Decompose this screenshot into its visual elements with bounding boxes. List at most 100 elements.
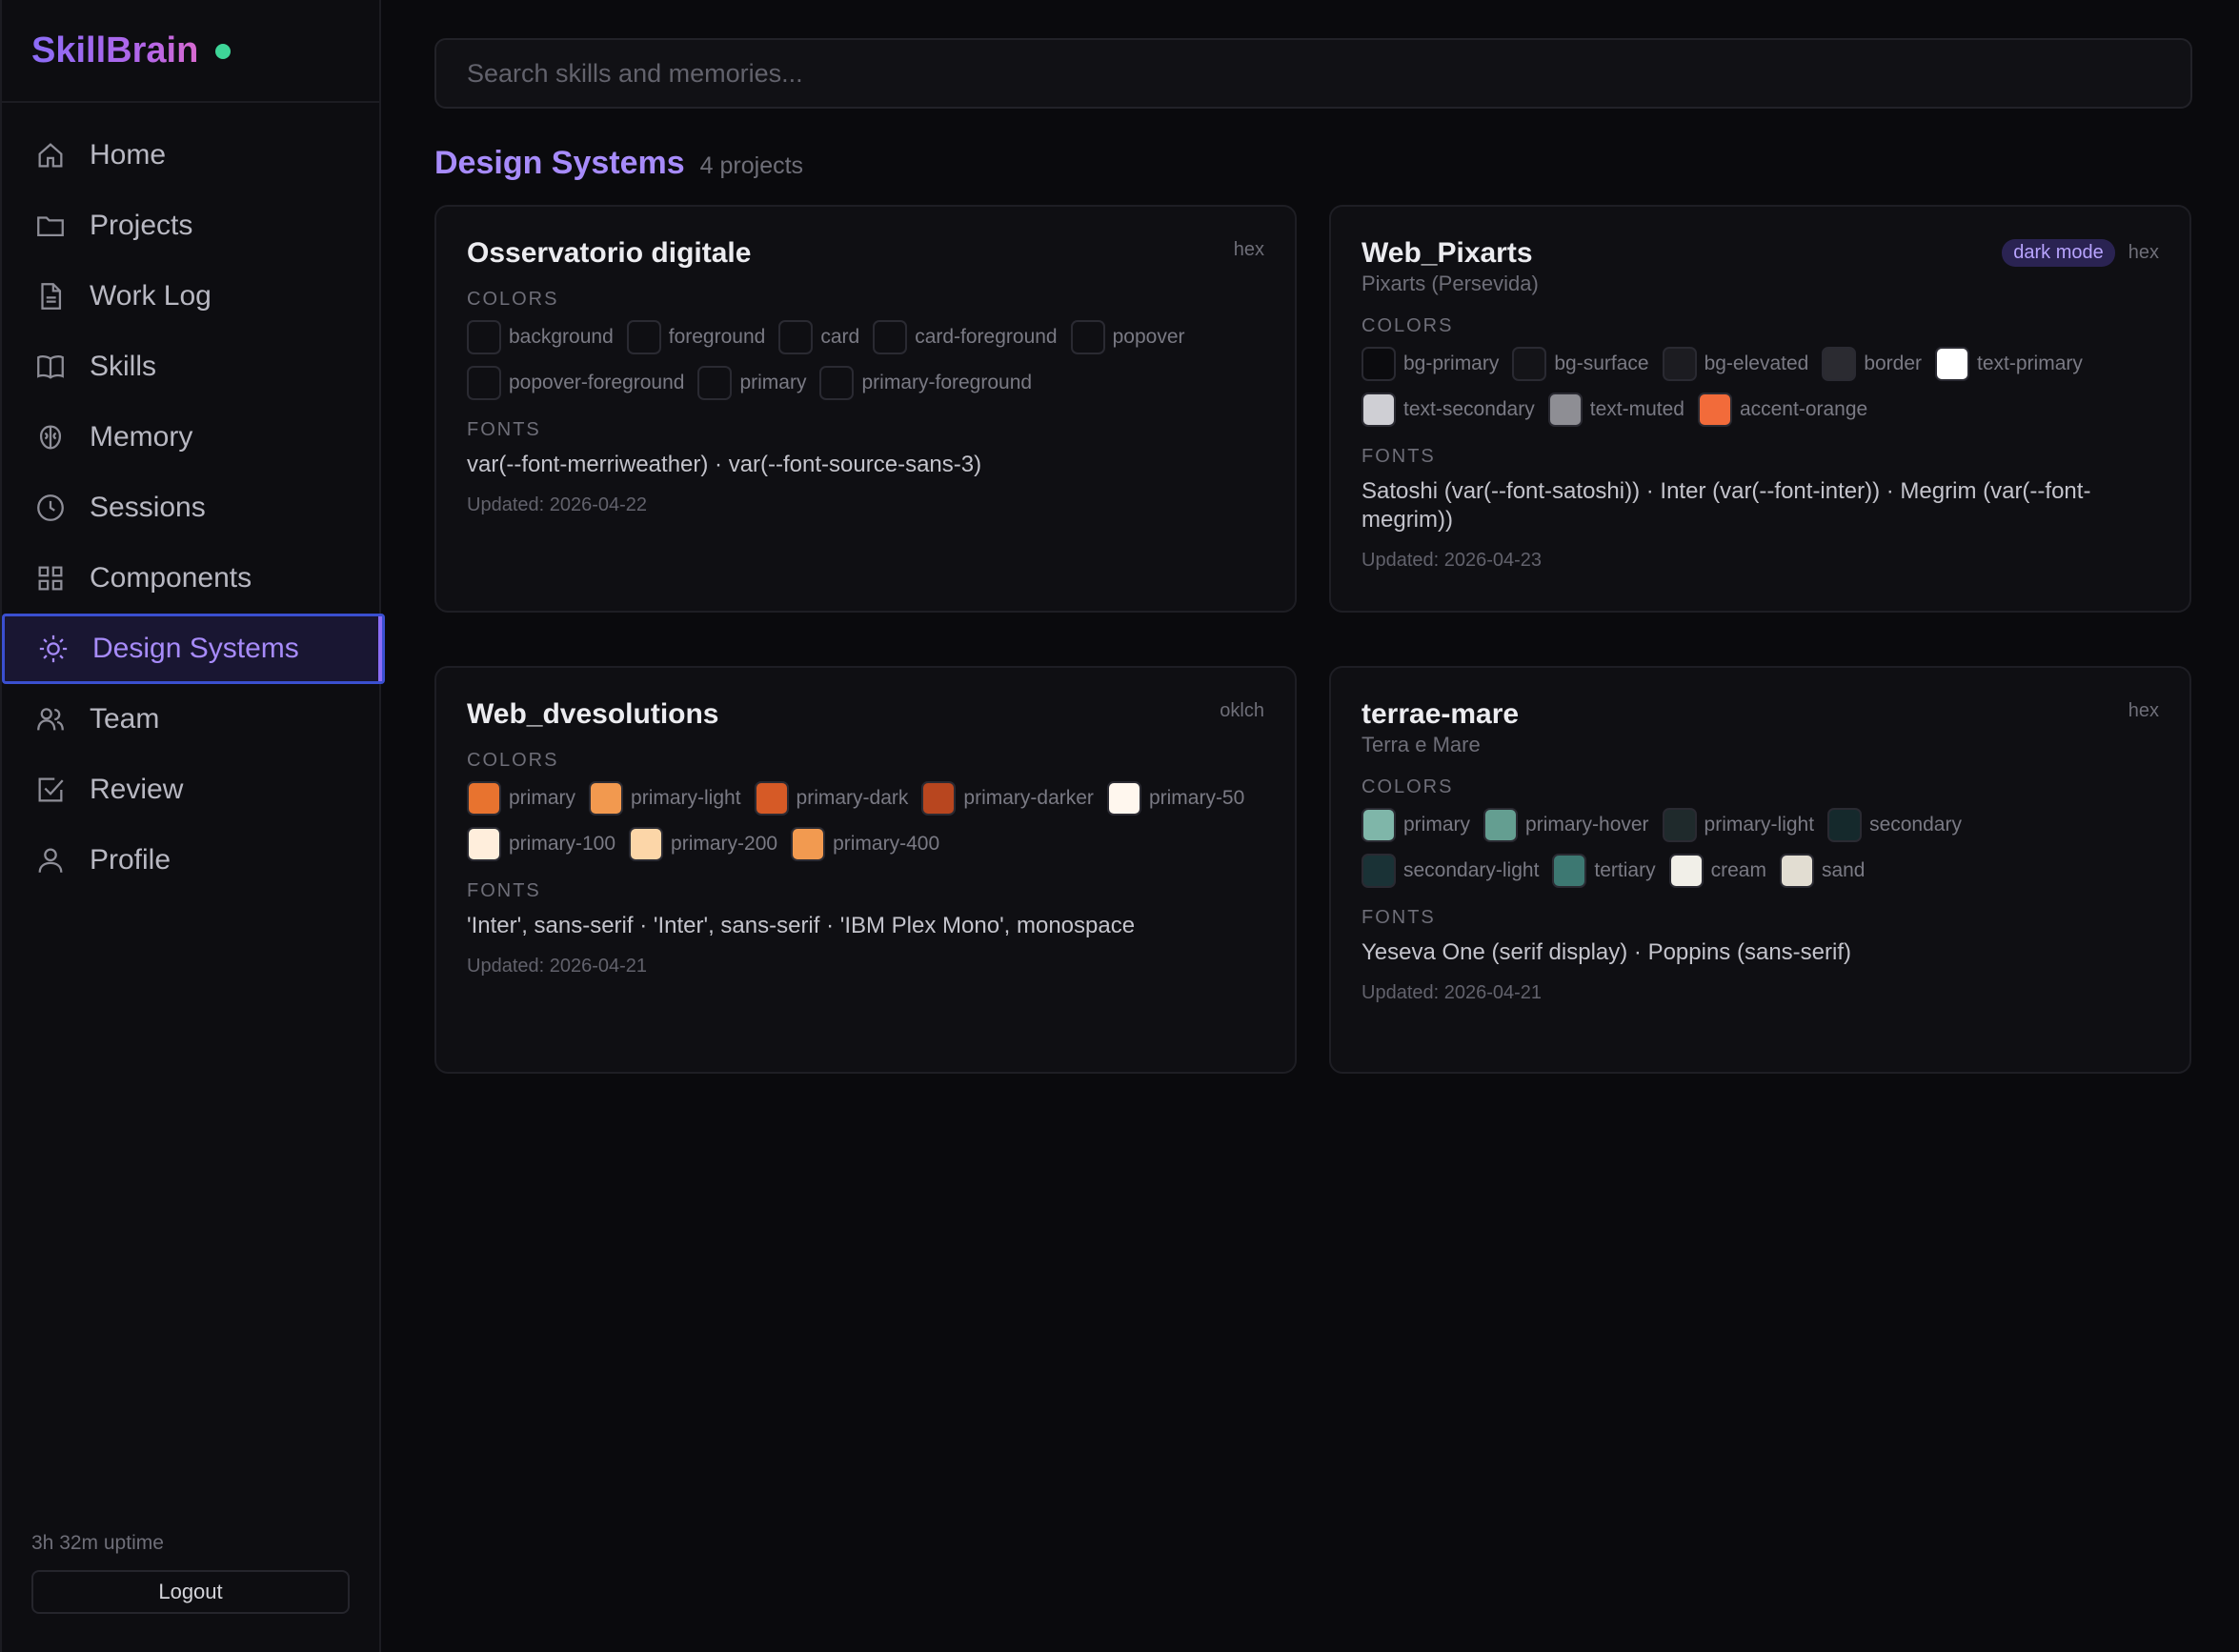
font-list: 'Inter', sans-serif · 'Inter', sans-seri… bbox=[467, 913, 1136, 938]
color-name: primary-dark bbox=[796, 787, 909, 809]
design-system-card[interactable]: Web_dvesolutions oklch COLORS primary primar… bbox=[434, 666, 1297, 1074]
color-swatch[interactable]: primary bbox=[1362, 808, 1470, 842]
updated-date: Updated: 2026-04-22 bbox=[467, 494, 648, 515]
color-swatch[interactable]: primary-hover bbox=[1483, 808, 1649, 842]
color-name: primary-400 bbox=[833, 833, 940, 855]
color-name: primary-100 bbox=[509, 833, 616, 855]
color-name: primary-200 bbox=[671, 833, 778, 855]
color-name: popover bbox=[1112, 326, 1185, 348]
sidebar-item-label: Profile bbox=[90, 844, 171, 876]
sidebar-item-work-log[interactable]: Work Log bbox=[2, 261, 383, 332]
color-swatch[interactable]: bg-elevated bbox=[1662, 347, 1808, 381]
color-chip bbox=[697, 366, 733, 400]
color-swatch[interactable]: tertiary bbox=[1552, 854, 1656, 888]
design-system-grid: Osservatorio digitale hex COLORS background… bbox=[434, 205, 2192, 1074]
sidebar-item-components[interactable]: Components bbox=[2, 543, 383, 614]
brand[interactable]: SkillBrain bbox=[2, 0, 379, 103]
fonts-label: FONTS bbox=[1362, 446, 1436, 467]
sidebar-item-memory[interactable]: Memory bbox=[2, 402, 383, 473]
sidebar: SkillBrain Home Projects Work Log Skills Mem… bbox=[0, 0, 385, 1652]
color-name: primary bbox=[1403, 814, 1471, 836]
card-subtitle: Terra e Mare bbox=[1362, 733, 1481, 756]
sidebar-item-profile[interactable]: Profile bbox=[2, 825, 383, 896]
color-swatch[interactable]: border bbox=[1822, 347, 1922, 381]
color-name: sand bbox=[1821, 859, 1866, 881]
color-swatch-list: bg-primary bg-surface bg-elevated border tex… bbox=[1362, 347, 2159, 427]
color-swatch[interactable]: primary-light bbox=[589, 781, 741, 816]
sidebar-item-design-systems[interactable]: Design Systems bbox=[2, 614, 385, 684]
color-swatch[interactable]: primary-200 bbox=[629, 827, 777, 861]
color-swatch[interactable]: bg-primary bbox=[1362, 347, 1499, 381]
color-chip bbox=[819, 366, 855, 400]
color-chip bbox=[1362, 854, 1396, 888]
sidebar-item-review[interactable]: Review bbox=[2, 755, 383, 825]
color-swatch[interactable]: popover bbox=[1070, 320, 1185, 354]
app-root: SkillBrain Home Projects Work Log Skills Mem… bbox=[0, 0, 2239, 1652]
sidebar-item-label: Work Log bbox=[90, 280, 212, 312]
color-swatch[interactable]: secondary bbox=[1827, 808, 1962, 842]
color-chip bbox=[778, 320, 814, 354]
color-swatch[interactable]: background bbox=[467, 320, 614, 354]
color-swatch[interactable]: card bbox=[778, 320, 859, 354]
sidebar-item-skills[interactable]: Skills bbox=[2, 332, 383, 402]
color-swatch[interactable]: popover-foreground bbox=[467, 366, 684, 400]
color-name: primary-light bbox=[1704, 814, 1815, 836]
color-swatch[interactable]: accent-orange bbox=[1697, 393, 1867, 427]
sidebar-item-home[interactable]: Home bbox=[2, 120, 383, 191]
card-title: Web_dvesolutions bbox=[467, 698, 719, 730]
color-name: cream bbox=[1710, 859, 1766, 881]
color-swatch[interactable]: primary-400 bbox=[791, 827, 939, 861]
color-swatch[interactable]: cream bbox=[1668, 854, 1766, 888]
brand-name[interactable]: SkillBrain bbox=[31, 30, 198, 71]
color-swatch[interactable]: text-muted bbox=[1547, 393, 1684, 427]
color-chip bbox=[1362, 393, 1396, 427]
sidebar-item-projects[interactable]: Projects bbox=[2, 191, 383, 261]
color-swatch[interactable]: primary-dark bbox=[754, 781, 909, 816]
color-swatch[interactable]: primary-50 bbox=[1106, 781, 1244, 816]
color-format-badge: oklch bbox=[1220, 700, 1264, 721]
folder-icon bbox=[34, 210, 67, 242]
color-swatch[interactable]: bg-surface bbox=[1512, 347, 1649, 381]
color-name: text-muted bbox=[1589, 398, 1684, 420]
color-swatch-list: primary primary-hover primary-light seconda… bbox=[1362, 808, 2159, 888]
color-swatch[interactable]: primary-100 bbox=[467, 827, 615, 861]
updated-date: Updated: 2026-04-21 bbox=[467, 956, 648, 977]
sidebar-item-label: Home bbox=[90, 139, 167, 171]
clock-icon bbox=[34, 492, 67, 524]
colors-label: COLORS bbox=[467, 750, 559, 771]
grid-icon bbox=[34, 562, 67, 594]
color-swatch[interactable]: card-foreground bbox=[873, 320, 1058, 354]
color-chip bbox=[1822, 347, 1857, 381]
search-bar[interactable] bbox=[434, 38, 2192, 109]
font-list: Yeseva One (serif display) · Poppins (sa… bbox=[1362, 939, 1851, 965]
color-swatch[interactable]: primary-light bbox=[1662, 808, 1815, 842]
sidebar-item-sessions[interactable]: Sessions bbox=[2, 473, 383, 543]
color-swatch[interactable]: text-primary bbox=[1935, 347, 2083, 381]
color-name: primary-foreground bbox=[861, 372, 1033, 393]
sidebar-item-label: Skills bbox=[90, 351, 157, 382]
color-swatch[interactable]: text-secondary bbox=[1362, 393, 1535, 427]
color-name: primary-hover bbox=[1525, 814, 1649, 836]
sidebar-item-team[interactable]: Team bbox=[2, 684, 383, 755]
sidebar-footer: 3h 32m uptime Logout bbox=[31, 1532, 352, 1614]
color-name: bg-surface bbox=[1554, 353, 1649, 374]
color-swatch[interactable]: secondary-light bbox=[1362, 854, 1539, 888]
color-chip bbox=[467, 366, 501, 400]
color-swatch[interactable]: primary bbox=[467, 781, 575, 816]
color-swatch[interactable]: primary-foreground bbox=[819, 366, 1032, 400]
color-name: background bbox=[509, 326, 614, 348]
colors-label: COLORS bbox=[1362, 776, 1454, 797]
design-system-card[interactable]: Web_Pixarts Pixarts (Persevida) dark mode h… bbox=[1329, 205, 2191, 613]
color-swatch[interactable]: foreground bbox=[626, 320, 765, 354]
color-swatch[interactable]: primary-darker bbox=[921, 781, 1094, 816]
design-system-card[interactable]: Osservatorio digitale hex COLORS background… bbox=[434, 205, 1297, 613]
sidebar-nav: Home Projects Work Log Skills Memory Sessions… bbox=[2, 120, 385, 896]
color-swatch[interactable]: primary bbox=[697, 366, 806, 400]
sidebar-item-label: Components bbox=[90, 562, 252, 594]
color-swatch[interactable]: sand bbox=[1779, 854, 1866, 888]
logout-button[interactable]: Logout bbox=[31, 1570, 350, 1614]
users-icon bbox=[34, 703, 67, 735]
design-system-card[interactable]: terrae-mare Terra e Mare hex COLORS primary p… bbox=[1329, 666, 2191, 1074]
color-chip bbox=[1827, 808, 1863, 842]
search-input[interactable] bbox=[467, 58, 2190, 89]
